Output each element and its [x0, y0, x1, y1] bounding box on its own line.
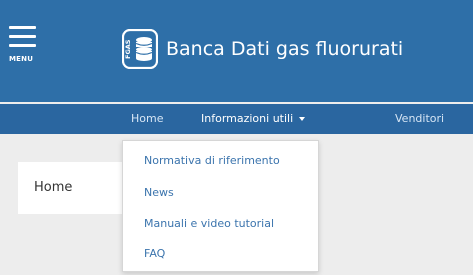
menu-item-normativa[interactable]: Normativa di riferimento [144, 154, 280, 167]
main-nav: Home Informazioni utili Venditori [0, 104, 473, 134]
menu-item-faq[interactable]: FAQ [144, 247, 165, 260]
site-header: MENU FGAS Banca Dati gas fluorurati [0, 0, 473, 102]
nav-item-venditori[interactable]: Venditori [395, 112, 444, 125]
site-title[interactable]: Banca Dati gas fluorurati [166, 38, 403, 60]
menu-item-manuali[interactable]: Manuali e video tutorial [144, 217, 274, 230]
nav-item-label: Informazioni utili [201, 112, 294, 125]
nav-item-home[interactable]: Home [131, 112, 163, 125]
caret-down-icon [299, 117, 306, 121]
dropdown-menu: Normativa di riferimento News Manuali e … [122, 140, 319, 272]
menu-item-news[interactable]: News [144, 186, 174, 199]
logo-text: FGAS [124, 39, 132, 59]
menu-button[interactable]: MENU [9, 26, 37, 74]
header-top: MENU FGAS Banca Dati gas fluorurati [0, 0, 473, 102]
breadcrumb: Home [18, 162, 138, 214]
breadcrumb-home[interactable]: Home [34, 180, 72, 195]
menu-label: MENU [9, 55, 34, 63]
database-icon[interactable]: FGAS [122, 29, 158, 69]
hamburger-icon [9, 26, 36, 29]
nav-item-informazioni-utili[interactable]: Informazioni utili [201, 112, 306, 125]
